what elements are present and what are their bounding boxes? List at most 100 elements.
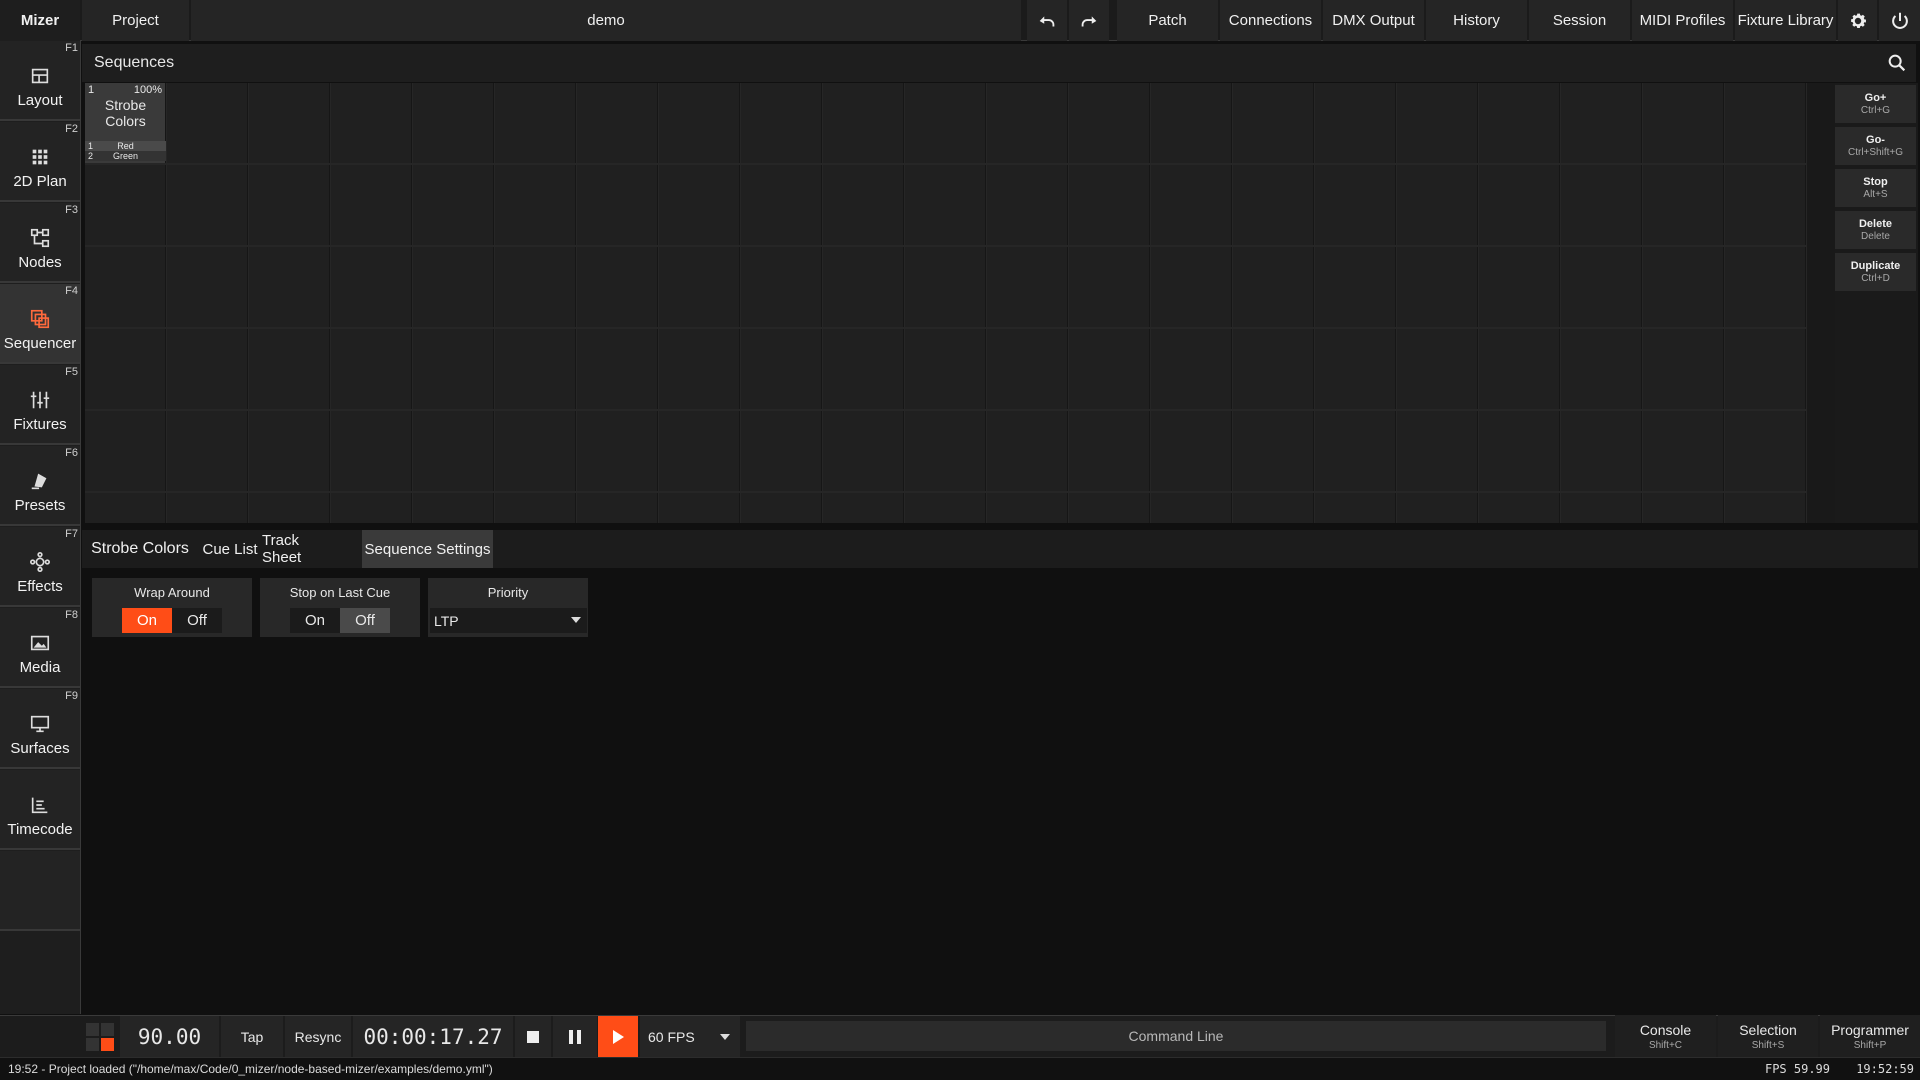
- empty-sequence-slot[interactable]: [85, 247, 166, 327]
- empty-sequence-slot[interactable]: [1315, 165, 1396, 245]
- delete-button[interactable]: Delete Delete: [1835, 211, 1916, 249]
- empty-sequence-slot[interactable]: [659, 329, 740, 409]
- transport-stop-button[interactable]: [515, 1016, 551, 1058]
- empty-sequence-slot[interactable]: [659, 83, 740, 163]
- empty-sequence-slot[interactable]: [1151, 83, 1232, 163]
- empty-sequence-slot[interactable]: [1233, 493, 1314, 523]
- empty-sequence-slot[interactable]: [577, 493, 658, 523]
- empty-sequence-slot[interactable]: [1233, 411, 1314, 491]
- empty-sequence-slot[interactable]: [249, 329, 330, 409]
- empty-sequence-slot[interactable]: [331, 329, 412, 409]
- empty-sequence-slot[interactable]: [987, 165, 1068, 245]
- empty-sequence-slot[interactable]: [659, 493, 740, 523]
- empty-sequence-slot[interactable]: [741, 83, 822, 163]
- empty-sequence-slot[interactable]: [495, 493, 576, 523]
- go-back-button[interactable]: Go- Ctrl+Shift+G: [1835, 127, 1916, 165]
- empty-sequence-slot[interactable]: [659, 165, 740, 245]
- empty-sequence-slot[interactable]: [1397, 329, 1478, 409]
- project-menu-button[interactable]: Project: [82, 0, 189, 41]
- empty-sequence-slot[interactable]: [1561, 411, 1642, 491]
- empty-sequence-slot[interactable]: [741, 247, 822, 327]
- resync-button[interactable]: Resync: [285, 1016, 351, 1058]
- sidebar-item-fixtures[interactable]: F5 Fixtures: [0, 365, 80, 445]
- empty-sequence-slot[interactable]: [1725, 247, 1806, 327]
- empty-sequence-slot[interactable]: [1233, 329, 1314, 409]
- nav-session[interactable]: Session: [1529, 0, 1630, 41]
- empty-sequence-slot[interactable]: [1069, 247, 1150, 327]
- sidebar-item-presets[interactable]: F6 Presets: [0, 446, 80, 526]
- empty-sequence-slot[interactable]: [495, 247, 576, 327]
- sidebar-item-sequencer[interactable]: F4 Sequencer: [0, 284, 80, 364]
- duplicate-button[interactable]: Duplicate Ctrl+D: [1835, 253, 1916, 291]
- empty-sequence-slot[interactable]: [1479, 247, 1560, 327]
- empty-sequence-slot[interactable]: [659, 411, 740, 491]
- empty-sequence-slot[interactable]: [331, 493, 412, 523]
- empty-sequence-slot[interactable]: [1151, 329, 1232, 409]
- empty-sequence-slot[interactable]: [577, 411, 658, 491]
- empty-sequence-slot[interactable]: [1479, 83, 1560, 163]
- empty-sequence-slot[interactable]: [1069, 493, 1150, 523]
- empty-sequence-slot[interactable]: [823, 83, 904, 163]
- empty-sequence-slot[interactable]: [249, 411, 330, 491]
- sequence-tile[interactable]: 1 100% Strobe Colors 1 Red 2 Green: [85, 83, 166, 163]
- nav-history[interactable]: History: [1426, 0, 1527, 41]
- tab-sequence-settings[interactable]: Sequence Settings: [362, 530, 493, 568]
- stop-on-last-cue-on-button[interactable]: On: [290, 608, 340, 633]
- empty-sequence-slot[interactable]: [167, 493, 248, 523]
- empty-sequence-slot[interactable]: [167, 247, 248, 327]
- empty-sequence-slot[interactable]: [1397, 247, 1478, 327]
- empty-sequence-slot[interactable]: [741, 411, 822, 491]
- power-button[interactable]: [1879, 0, 1920, 41]
- empty-sequence-slot[interactable]: [1479, 411, 1560, 491]
- empty-sequence-slot[interactable]: [1151, 247, 1232, 327]
- nav-midi-profiles[interactable]: MIDI Profiles: [1632, 0, 1733, 41]
- empty-sequence-slot[interactable]: [823, 165, 904, 245]
- tab-cue-list[interactable]: Cue List: [200, 530, 260, 568]
- transport-play-button[interactable]: [598, 1016, 638, 1058]
- transport-pause-button[interactable]: [553, 1016, 597, 1058]
- empty-sequence-slot[interactable]: [1151, 165, 1232, 245]
- empty-sequence-slot[interactable]: [1315, 83, 1396, 163]
- empty-sequence-slot[interactable]: [167, 83, 248, 163]
- empty-sequence-slot[interactable]: [1397, 411, 1478, 491]
- empty-sequence-slot[interactable]: [331, 165, 412, 245]
- command-line-input[interactable]: Command Line: [746, 1021, 1606, 1051]
- empty-sequence-slot[interactable]: [413, 411, 494, 491]
- empty-sequence-slot[interactable]: [905, 493, 986, 523]
- sidebar-item-nodes[interactable]: F3 Nodes: [0, 203, 80, 283]
- empty-sequence-slot[interactable]: [495, 165, 576, 245]
- empty-sequence-slot[interactable]: [1151, 493, 1232, 523]
- empty-sequence-slot[interactable]: [1643, 247, 1724, 327]
- sidebar-item-effects[interactable]: F7 Effects: [0, 527, 80, 607]
- empty-sequence-slot[interactable]: [1069, 411, 1150, 491]
- empty-sequence-slot[interactable]: [495, 83, 576, 163]
- sidebar-item-2d-plan[interactable]: F2 2D Plan: [0, 122, 80, 202]
- empty-sequence-slot[interactable]: [1561, 165, 1642, 245]
- go-forward-button[interactable]: Go+ Ctrl+G: [1835, 85, 1916, 123]
- empty-sequence-slot[interactable]: [823, 493, 904, 523]
- empty-sequence-slot[interactable]: [249, 247, 330, 327]
- empty-sequence-slot[interactable]: [987, 83, 1068, 163]
- empty-sequence-slot[interactable]: [1397, 165, 1478, 245]
- empty-sequence-slot[interactable]: [741, 329, 822, 409]
- priority-select[interactable]: LTP: [430, 608, 587, 633]
- empty-sequence-slot[interactable]: [167, 165, 248, 245]
- empty-sequence-slot[interactable]: [987, 493, 1068, 523]
- empty-sequence-slot[interactable]: [1643, 165, 1724, 245]
- empty-sequence-slot[interactable]: [413, 83, 494, 163]
- empty-sequence-slot[interactable]: [1397, 493, 1478, 523]
- selection-button[interactable]: Selection Shift+S: [1718, 1015, 1818, 1057]
- console-button[interactable]: Console Shift+C: [1615, 1015, 1716, 1057]
- empty-sequence-slot[interactable]: [1725, 83, 1806, 163]
- empty-sequence-slot[interactable]: [1315, 329, 1396, 409]
- sidebar-item-timecode[interactable]: Timecode: [0, 770, 80, 850]
- empty-sequence-slot[interactable]: [987, 247, 1068, 327]
- redo-button[interactable]: [1069, 0, 1109, 41]
- stop-button[interactable]: Stop Alt+S: [1835, 169, 1916, 207]
- empty-sequence-slot[interactable]: [1315, 411, 1396, 491]
- empty-sequence-slot[interactable]: [1561, 83, 1642, 163]
- empty-sequence-slot[interactable]: [85, 329, 166, 409]
- bpm-display[interactable]: 90.00: [120, 1016, 219, 1058]
- empty-sequence-slot[interactable]: [1151, 411, 1232, 491]
- empty-sequence-slot[interactable]: [905, 247, 986, 327]
